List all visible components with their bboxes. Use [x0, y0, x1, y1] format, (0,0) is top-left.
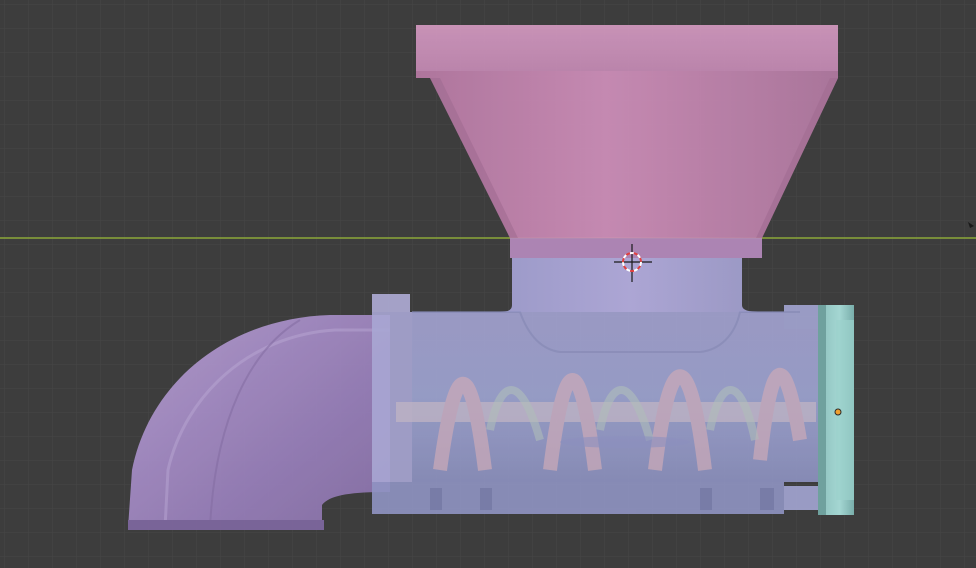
object-origin-icon[interactable] [834, 408, 842, 416]
3d-viewport[interactable] [0, 0, 976, 568]
hopper-neck[interactable] [500, 258, 760, 312]
